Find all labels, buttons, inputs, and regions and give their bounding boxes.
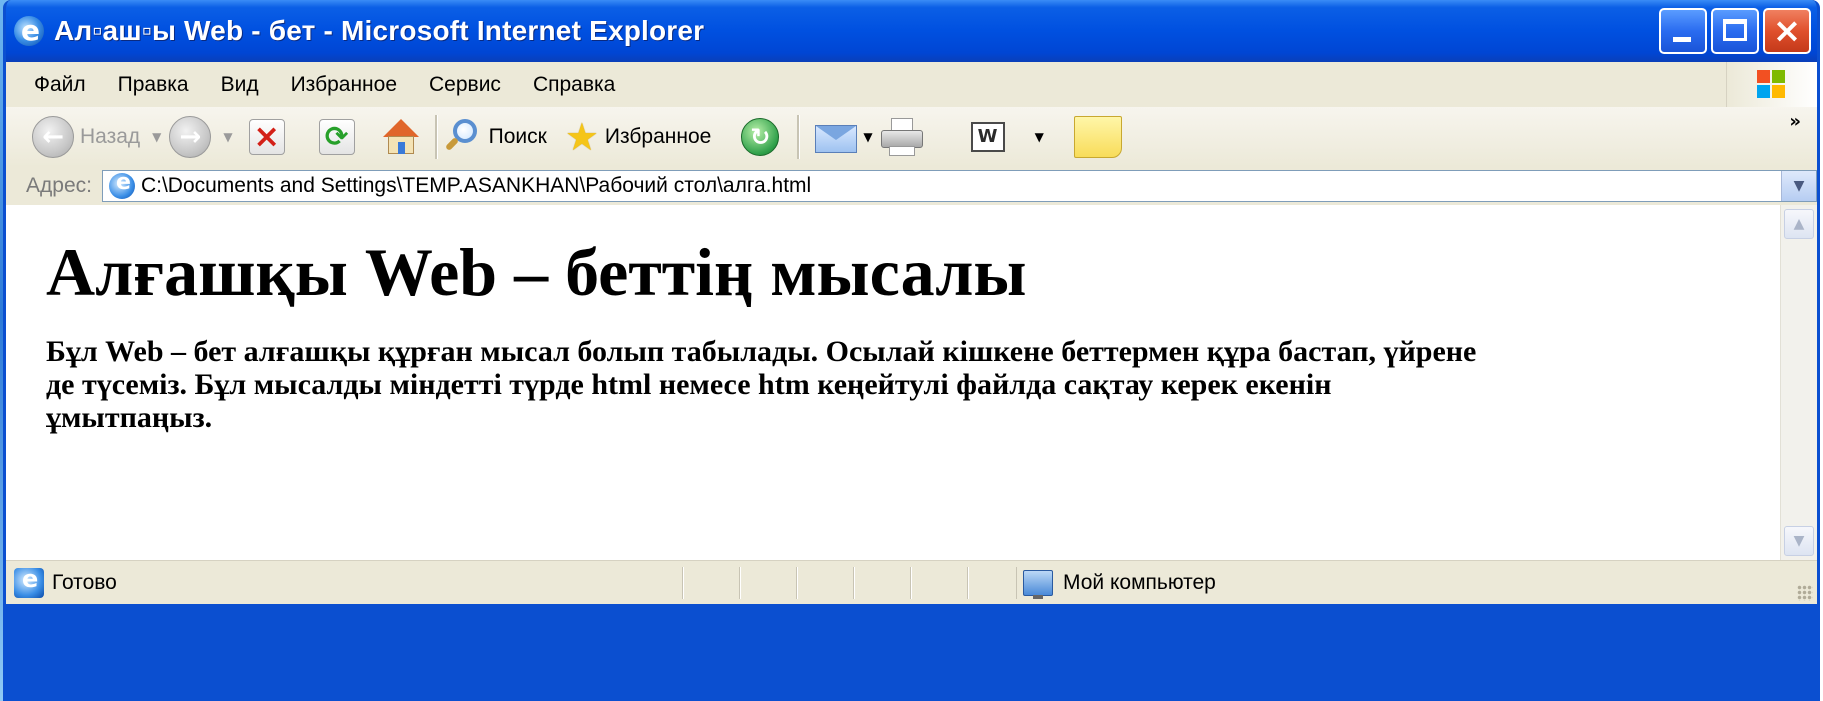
window-controls: × xyxy=(1659,8,1811,54)
vertical-scrollbar[interactable]: ▲ ▼ xyxy=(1780,205,1817,560)
page-status-icon xyxy=(14,565,44,598)
status-pane xyxy=(682,567,739,599)
status-pane xyxy=(796,567,853,599)
edit-dropdown-icon[interactable]: ▼ xyxy=(1035,130,1044,144)
address-bar: Адрес: C:\Documents and Settings\TEMP.AS… xyxy=(6,167,1817,207)
page-icon xyxy=(108,170,135,199)
security-zone: Мой компьютер xyxy=(1016,567,1497,599)
back-arrow-icon: ← xyxy=(32,116,74,158)
notes-icon[interactable] xyxy=(1073,116,1122,158)
window-frame-bottom xyxy=(6,604,1817,698)
favorites-label: Избранное xyxy=(604,125,712,148)
address-input[interactable]: C:\Documents and Settings\TEMP.ASANKHAN\… xyxy=(101,170,1817,202)
zone-text: Мой компьютер xyxy=(1063,571,1216,594)
status-bar: Готово Мой компьютер xyxy=(6,560,1817,605)
home-icon[interactable] xyxy=(381,117,421,157)
page-paragraph: Бұл Web – бет алғашқы құрған мысал болып… xyxy=(46,335,1477,434)
scroll-down-icon[interactable]: ▼ xyxy=(1784,526,1814,556)
mail-dropdown-icon[interactable]: ▼ xyxy=(863,130,872,144)
ie-icon xyxy=(14,14,44,47)
maximize-icon xyxy=(1723,19,1747,41)
close-icon: × xyxy=(1772,11,1802,51)
address-label: Адрес: xyxy=(26,174,92,197)
minimize-icon xyxy=(1673,37,1691,42)
standard-toolbar: ← Назад ▼ → ▼ Поиск ★ Избранное ▼ ▼ » xyxy=(6,107,1817,168)
status-panes xyxy=(682,567,1024,599)
menu-favorites[interactable]: Избранное xyxy=(291,73,397,97)
search-button[interactable]: Поиск xyxy=(443,117,547,157)
forward-arrow-icon: → xyxy=(169,116,212,158)
computer-icon xyxy=(1023,570,1053,599)
window-title: Ал▫аш▫ы Web - бет - Microsoft Internet E… xyxy=(54,15,705,46)
toolbar-separator xyxy=(797,115,800,159)
back-label: Назад xyxy=(80,125,141,148)
windows-logo-red xyxy=(1757,70,1770,83)
forward-dropdown-icon[interactable]: ▼ xyxy=(223,130,232,144)
menu-help[interactable]: Справка xyxy=(533,73,615,97)
search-label: Поиск xyxy=(488,125,547,148)
edit-word-icon[interactable] xyxy=(970,122,1005,152)
refresh-icon[interactable] xyxy=(318,119,355,155)
search-icon xyxy=(443,117,483,157)
title-bar[interactable]: Ал▫аш▫ы Web - бет - Microsoft Internet E… xyxy=(6,0,1817,62)
scroll-up-icon[interactable]: ▲ xyxy=(1784,209,1814,239)
page-content: Алғашқы Web – беттің мысалы Бұл Web – бе… xyxy=(6,205,1787,560)
menu-bar: Файл Правка Вид Избранное Сервис Справка xyxy=(6,62,1817,108)
windows-logo-green xyxy=(1772,70,1785,83)
address-dropdown-icon[interactable]: ▼ xyxy=(1781,171,1816,201)
menu-file[interactable]: Файл xyxy=(34,73,86,97)
favorites-button[interactable]: ★ Избранное xyxy=(565,117,712,157)
close-button[interactable]: × xyxy=(1763,8,1811,54)
maximize-button[interactable] xyxy=(1711,8,1759,54)
status-pane xyxy=(853,567,910,599)
stop-icon[interactable] xyxy=(248,119,285,155)
status-text: Готово xyxy=(52,571,117,594)
windows-logo-blue xyxy=(1757,85,1770,98)
address-url[interactable]: C:\Documents and Settings\TEMP.ASANKHAN\… xyxy=(141,174,811,198)
browser-window: Ал▫аш▫ы Web - бет - Microsoft Internet E… xyxy=(3,0,1820,701)
minimize-button[interactable] xyxy=(1659,8,1707,54)
back-button[interactable]: ← Назад xyxy=(32,116,140,158)
mail-icon[interactable] xyxy=(815,121,859,153)
resize-grip-icon[interactable] xyxy=(1797,585,1813,601)
menu-view[interactable]: Вид xyxy=(221,73,259,97)
media-icon[interactable] xyxy=(741,118,780,156)
favorites-star-icon: ★ xyxy=(564,115,599,159)
forward-button[interactable]: → xyxy=(169,116,212,158)
status-pane xyxy=(910,567,967,599)
menu-edit[interactable]: Правка xyxy=(118,73,189,97)
toolbar-separator xyxy=(434,115,437,159)
windows-logo-icon xyxy=(1726,62,1817,107)
toolbar-overflow-icon[interactable]: » xyxy=(1789,111,1801,132)
page-heading: Алғашқы Web – беттің мысалы xyxy=(46,234,1027,310)
windows-logo-yellow xyxy=(1772,85,1785,98)
print-icon[interactable] xyxy=(880,118,923,156)
status-pane xyxy=(739,567,796,599)
back-dropdown-icon[interactable]: ▼ xyxy=(152,130,161,144)
menu-tools[interactable]: Сервис xyxy=(429,73,501,97)
